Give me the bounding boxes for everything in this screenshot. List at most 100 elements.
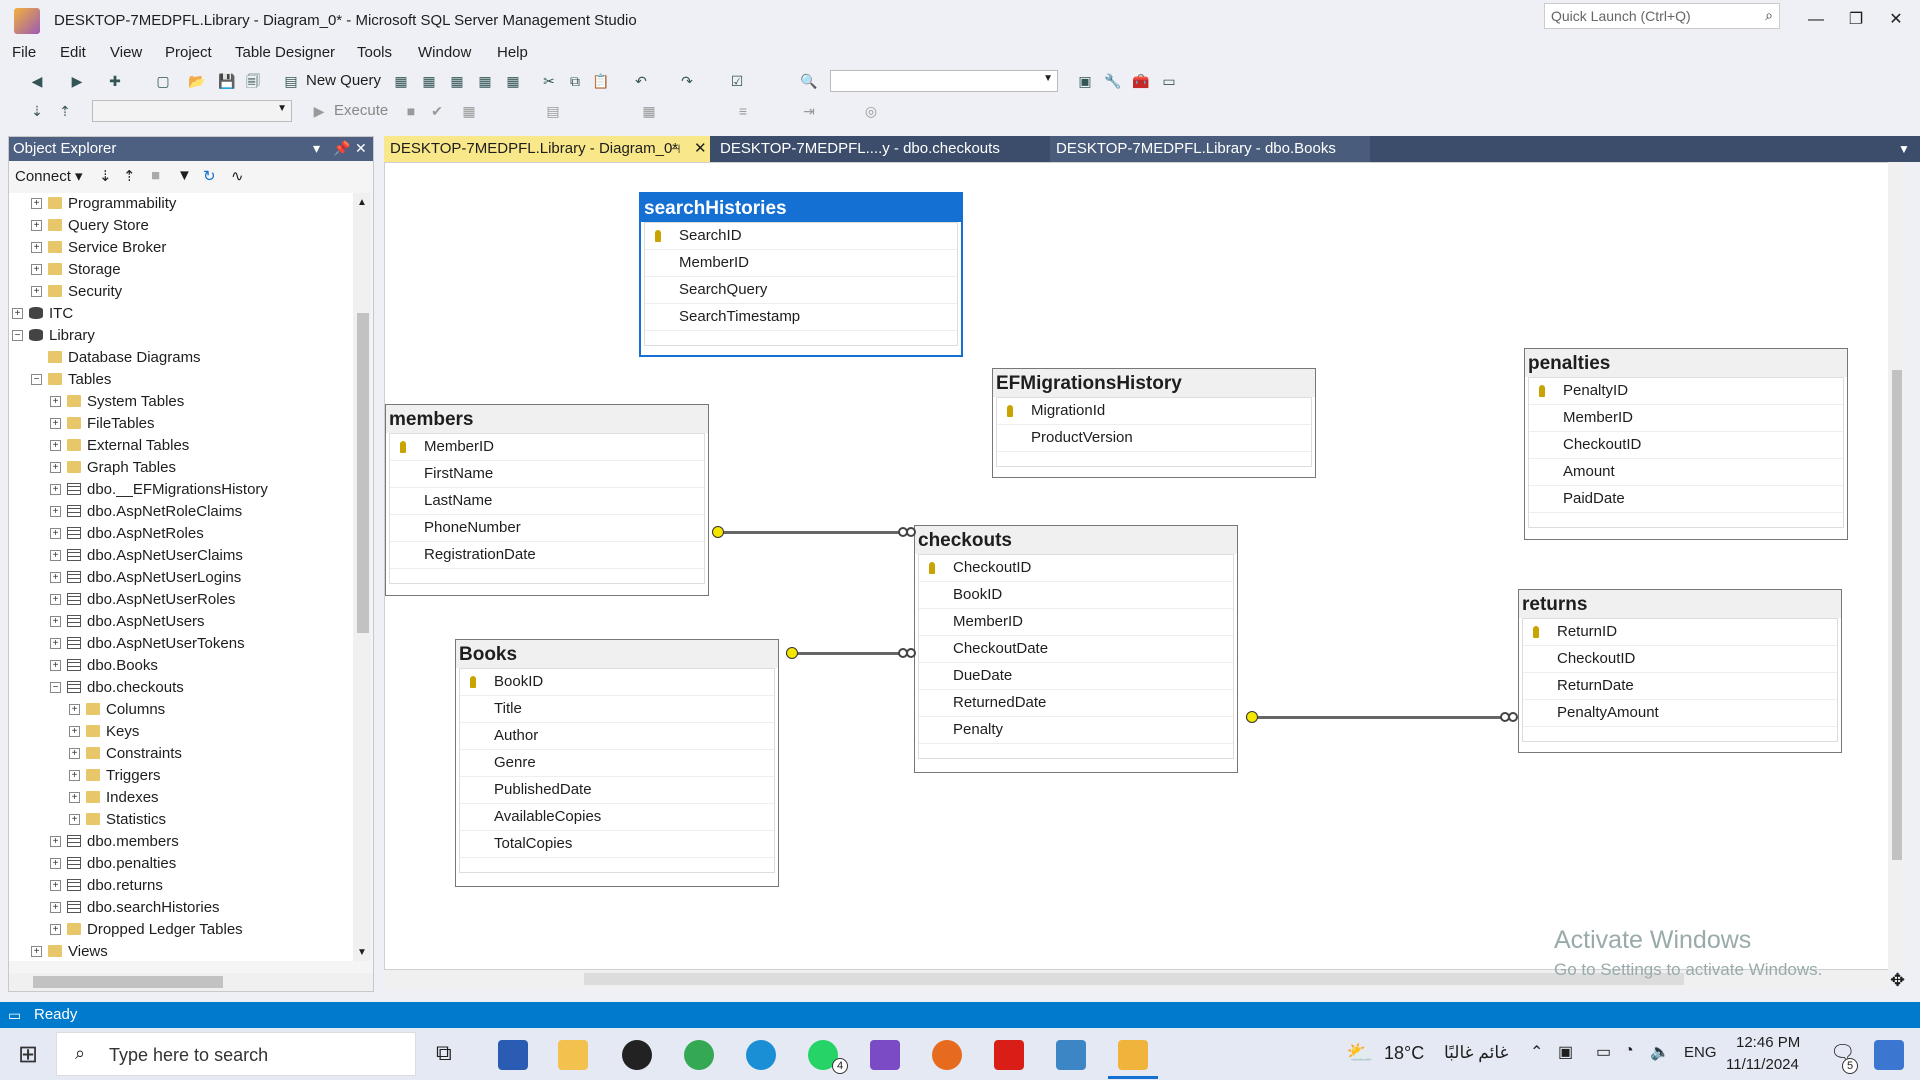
expand-icon[interactable]: +	[69, 770, 80, 781]
column-row[interactable]: BookID	[460, 669, 774, 696]
task-view-icon[interactable]: ⧉	[436, 1040, 452, 1066]
minimize-button[interactable]: —	[1796, 6, 1836, 34]
column-row[interactable]: TotalCopies	[460, 831, 774, 858]
relationship-members-checkouts[interactable]	[716, 531, 902, 534]
expand-icon[interactable]: +	[50, 484, 61, 495]
execute-icon[interactable]: ▶	[310, 102, 328, 120]
activity-icon[interactable]: ∿	[231, 167, 244, 185]
expand-icon[interactable]: +	[50, 572, 61, 583]
column-row[interactable]: PhoneNumber	[390, 515, 704, 542]
paste-icon[interactable]: 📋	[592, 72, 610, 90]
entity-checkouts[interactable]: checkouts CheckoutID BookID MemberID Checkou…	[914, 525, 1238, 773]
menu-view[interactable]: View	[110, 44, 142, 61]
stop-icon[interactable]: ■	[402, 102, 420, 120]
column-row[interactable]: Title	[460, 696, 774, 723]
menu-tools[interactable]: Tools	[357, 44, 392, 61]
column-row[interactable]: ReturnID	[1523, 619, 1837, 646]
expand-icon[interactable]: +	[50, 528, 61, 539]
expand-icon[interactable]: +	[12, 308, 23, 319]
column-row[interactable]: SearchQuery	[645, 277, 957, 304]
column-row[interactable]: LastName	[390, 488, 704, 515]
canvas-hscroll-thumb[interactable]	[584, 973, 1684, 985]
expand-icon[interactable]: +	[50, 880, 61, 891]
microsoft-store-icon[interactable]	[498, 1040, 528, 1070]
collapse-icon[interactable]: −	[12, 330, 23, 341]
column-row[interactable]: MemberID	[645, 250, 957, 277]
filter-icon[interactable]: ▼	[177, 167, 192, 184]
menu-window[interactable]: Window	[418, 44, 471, 61]
menu-help[interactable]: Help	[497, 44, 528, 61]
relationship-checkouts-returns[interactable]	[1246, 716, 1506, 719]
cut-icon[interactable]: ✂	[540, 72, 558, 90]
menu-project[interactable]: Project	[165, 44, 212, 61]
dmx-icon[interactable]: ▦	[448, 72, 466, 90]
menu-edit[interactable]: Edit	[60, 44, 86, 61]
weather-icon[interactable]: ⛅	[1346, 1040, 1373, 1066]
tree-scroll-thumb[interactable]	[357, 313, 369, 633]
save-all-icon[interactable]: 🗐	[244, 72, 262, 90]
expand-icon[interactable]: +	[69, 748, 80, 759]
pin-icon[interactable]: ⊣	[670, 136, 680, 162]
close-window-button[interactable]: ✕	[1876, 6, 1916, 34]
column-row[interactable]: CheckoutID	[1523, 646, 1837, 673]
file-explorer-icon[interactable]	[558, 1040, 588, 1070]
solution-config-combo[interactable]: ▼	[830, 70, 1058, 92]
entity-title[interactable]: searchHistories	[641, 194, 961, 222]
expand-icon[interactable]: +	[50, 660, 61, 671]
new-query-button[interactable]: New Query	[306, 72, 381, 89]
close-icon[interactable]: ✕	[694, 136, 707, 162]
column-row[interactable]: ProductVersion	[997, 425, 1311, 452]
weather-description[interactable]: غائم غالبًا	[1444, 1043, 1508, 1063]
chrome-icon[interactable]	[684, 1040, 714, 1070]
copilot-icon[interactable]	[1874, 1040, 1904, 1070]
new-project-icon[interactable]: ✚	[106, 72, 124, 90]
relationship-books-checkouts[interactable]	[786, 652, 902, 655]
column-row[interactable]: AvailableCopies	[460, 804, 774, 831]
connect-icon[interactable]: ⇣	[28, 102, 46, 120]
chevron-up-icon[interactable]: ⌃	[1530, 1042, 1543, 1062]
query-db-icon[interactable]: ▦	[392, 72, 410, 90]
expand-icon[interactable]: +	[69, 792, 80, 803]
results-grid-icon[interactable]: ▦	[640, 102, 658, 120]
solution-explorer-icon[interactable]: ▣	[1076, 72, 1094, 90]
collapse-icon[interactable]: −	[50, 682, 61, 693]
expand-icon[interactable]: +	[50, 924, 61, 935]
entity-title[interactable]: penalties	[1525, 349, 1847, 377]
column-row[interactable]: MemberID	[919, 609, 1233, 636]
tab-diagram[interactable]: DESKTOP-7MEDPFL.Library - Diagram_0* ⊣ ✕	[384, 136, 710, 162]
column-row[interactable]: MigrationId	[997, 398, 1311, 425]
expand-icon[interactable]: +	[50, 858, 61, 869]
ssms-taskbar-icon[interactable]	[1118, 1040, 1148, 1070]
column-row[interactable]: PenaltyAmount	[1523, 700, 1837, 727]
pin-icon[interactable]: 📌	[333, 140, 350, 157]
ssms-app-icon[interactable]	[14, 8, 40, 34]
azure-data-studio-icon[interactable]	[1056, 1040, 1086, 1070]
move-icon[interactable]: ✥	[1890, 970, 1905, 991]
expand-icon[interactable]: +	[50, 638, 61, 649]
column-row[interactable]: BookID	[919, 582, 1233, 609]
column-row[interactable]: SearchID	[645, 223, 957, 250]
collapse-icon[interactable]: −	[31, 374, 42, 385]
expand-icon[interactable]: +	[69, 704, 80, 715]
display-plan-icon[interactable]: ▦	[460, 102, 478, 120]
back-icon[interactable]: ◀	[28, 72, 46, 90]
expand-icon[interactable]: +	[31, 264, 42, 275]
tab-books[interactable]: DESKTOP-7MEDPFL.Library - dbo.Books	[1050, 136, 1370, 162]
expand-icon[interactable]: +	[50, 836, 61, 847]
refresh-icon[interactable]: ↻	[203, 167, 216, 185]
expand-icon[interactable]: +	[50, 550, 61, 561]
entity-books[interactable]: Books BookID Title Author Genre PublishedDate…	[455, 639, 779, 887]
expand-icon[interactable]: +	[50, 616, 61, 627]
expand-icon[interactable]: +	[50, 902, 61, 913]
execute-button[interactable]: Execute	[334, 102, 388, 119]
column-row[interactable]: FirstName	[390, 461, 704, 488]
column-row[interactable]: CheckoutDate	[919, 636, 1233, 663]
language-indicator[interactable]: ENG	[1684, 1044, 1717, 1061]
entity-penalties[interactable]: penalties PenaltyID MemberID CheckoutID Amou…	[1524, 348, 1848, 540]
properties-icon[interactable]: 🔧	[1104, 72, 1122, 90]
acrobat-icon[interactable]	[994, 1040, 1024, 1070]
battery-icon[interactable]: ▭	[1596, 1042, 1611, 1062]
clock-date[interactable]: 11/11/2024	[1726, 1056, 1799, 1073]
column-row[interactable]: DueDate	[919, 663, 1233, 690]
column-row[interactable]: Genre	[460, 750, 774, 777]
